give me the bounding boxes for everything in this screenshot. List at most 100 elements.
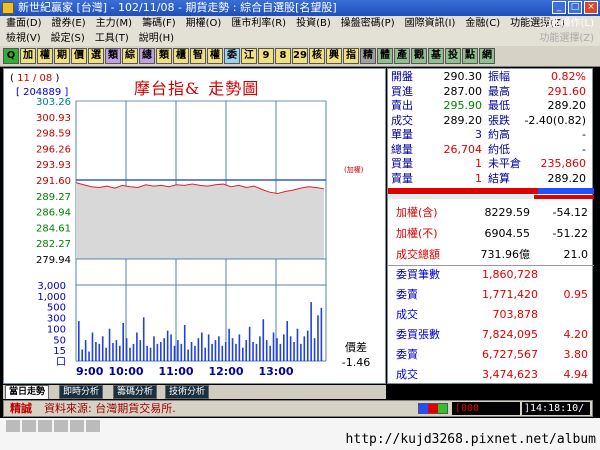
task-icon[interactable] [6,420,20,432]
quote-label: 賣量 [391,171,413,185]
volume-bar [160,342,162,361]
toolbar-button[interactable]: 興 [326,48,342,64]
quote-value: 287.00 [443,84,483,98]
volume-bar [303,336,306,361]
quote-label: 未平倉 [488,157,521,170]
tab-3[interactable]: 技術分析 [165,385,210,399]
volume-bar [201,332,203,361]
close-button[interactable]: × [584,1,598,14]
toolbar-button[interactable]: 8 [275,48,291,64]
price-tick: 298.59 [36,129,71,140]
toolbar-button[interactable]: 產 [394,48,410,64]
maximize-button[interactable]: □ [568,1,582,14]
stats-label: 委賣 [396,348,418,361]
menu-item[interactable]: 國際資訊(I) [405,16,456,31]
task-icon[interactable] [86,420,100,432]
menu-function-select[interactable]: 功能選擇(Z) [539,31,594,46]
quote-value: 1 [475,171,482,185]
menu-item[interactable]: 籌碼(F) [142,16,176,31]
menu-item[interactable]: 主力(M) [96,16,132,31]
volume-tick: 500 [47,303,66,314]
toolbar: Q 加權期價選類綜總類櫃智權委江 9 8 29 核興指精體產觀基投點網 [0,46,600,67]
toolbar-button[interactable]: 綜 [122,48,138,64]
toolbar-button[interactable]: 總 [139,48,155,64]
volume-bar [166,330,169,361]
index-change: 21.0 [563,248,589,261]
minimize-button[interactable]: _ [552,1,566,14]
quote-value: 3 [475,128,482,141]
toolbar-button[interactable]: 選 [88,48,104,64]
task-icon[interactable] [38,420,52,432]
toolbar-button[interactable]: 類 [105,48,121,64]
menu-item[interactable]: 投資(B) [296,16,331,31]
volume-bar [276,338,278,361]
volume-bar [177,340,179,361]
volume-bar [183,324,186,361]
chart-panel: 303.26 300.93 298.59 296.26 293.93 291.60 289.… [3,68,386,384]
index-value: 8229.59 [484,206,531,219]
toolbar-button[interactable]: 智 [190,48,206,64]
quote-label: 張跌 [488,113,510,127]
volume-bar [146,345,148,361]
app-window: 新世紀贏家 [台灣] - 102/11/08 - 期貨走勢 : 綜合自選股[名望… [0,0,600,450]
menu-item[interactable]: 操盤密碼(P) [341,16,395,31]
toolbar-button[interactable]: 權 [207,48,223,64]
volume-bar [129,347,131,361]
toolbar-button[interactable]: 點 [462,48,478,64]
task-icon[interactable] [22,420,36,432]
volume-bar [224,342,227,361]
volume-bar [204,347,207,361]
stats-row: 委買筆數 1,860,728 [388,267,594,283]
menu-item[interactable]: 畫面(D) [6,16,42,31]
menu-function-operate[interactable]: 功能操作(L) [541,16,594,31]
price-tick: 289.27 [36,192,71,203]
menu-item[interactable]: 設定(S) [51,31,85,46]
volume-bar [142,317,145,361]
toolbar-button[interactable]: 網 [479,48,495,64]
tab-1[interactable]: 即時分析 [59,385,104,399]
task-icon[interactable] [70,420,84,432]
toolbar-button[interactable]: 29 [292,48,308,64]
menu-item[interactable]: 檢視(V) [6,31,41,46]
tab-0[interactable]: 當日走勢 [5,385,50,399]
toolbar-button[interactable]: 江 [241,48,257,64]
series-label: (加權) [344,165,364,174]
volume-tick: 50 [53,335,66,346]
toolbar-button[interactable]: 指 [343,48,359,64]
task-icon[interactable] [54,420,68,432]
toolbar-button[interactable]: 觀 [411,48,427,64]
volume-bar [81,349,84,361]
toolbar-button[interactable]: 精 [360,48,376,64]
toolbar-button[interactable]: 委 [224,48,240,64]
menu-item[interactable]: 證券(E) [52,16,86,31]
toolbar-button[interactable]: 加 [20,48,36,64]
menu-item[interactable]: 匯市利率(R) [231,16,286,31]
toolbar-button[interactable]: 基 [428,48,444,64]
tab-2[interactable]: 籌碼分析 [113,385,158,399]
toolbar-button[interactable]: 期 [54,48,70,64]
toolbar-button[interactable]: 權 [37,48,53,64]
stats-label: 委賣 [396,288,418,301]
volume-bar [259,336,261,361]
menu-item[interactable]: 工具(T) [95,31,129,46]
x-tick: 9:00 [76,365,104,378]
toolbar-button[interactable]: 櫃 [173,48,189,64]
toolbar-button[interactable]: 核 [309,48,325,64]
price-tick: 296.26 [36,144,71,155]
volume-bar [122,323,125,361]
menu-item[interactable]: 金融(C) [465,16,500,31]
toolbar-button[interactable]: 類 [156,48,172,64]
volume-bar [279,343,282,361]
toolbar-button[interactable]: Q [3,48,19,64]
toolbar-button[interactable]: 投 [445,48,461,64]
quote-label: 最低 [488,99,510,112]
toolbar-button[interactable]: 價 [71,48,87,64]
toolbar-button[interactable]: 體 [377,48,393,64]
quote-label: 總量 [391,142,413,156]
chart-date: ( 11 / 08 ) [10,73,60,84]
volume-bar [272,332,275,361]
menu-item[interactable]: 期權(O) [186,16,222,31]
menu-item[interactable]: 說明(H) [139,31,174,46]
status-clock: ]14:18:10/ [522,402,590,415]
toolbar-button[interactable]: 9 [258,48,274,64]
